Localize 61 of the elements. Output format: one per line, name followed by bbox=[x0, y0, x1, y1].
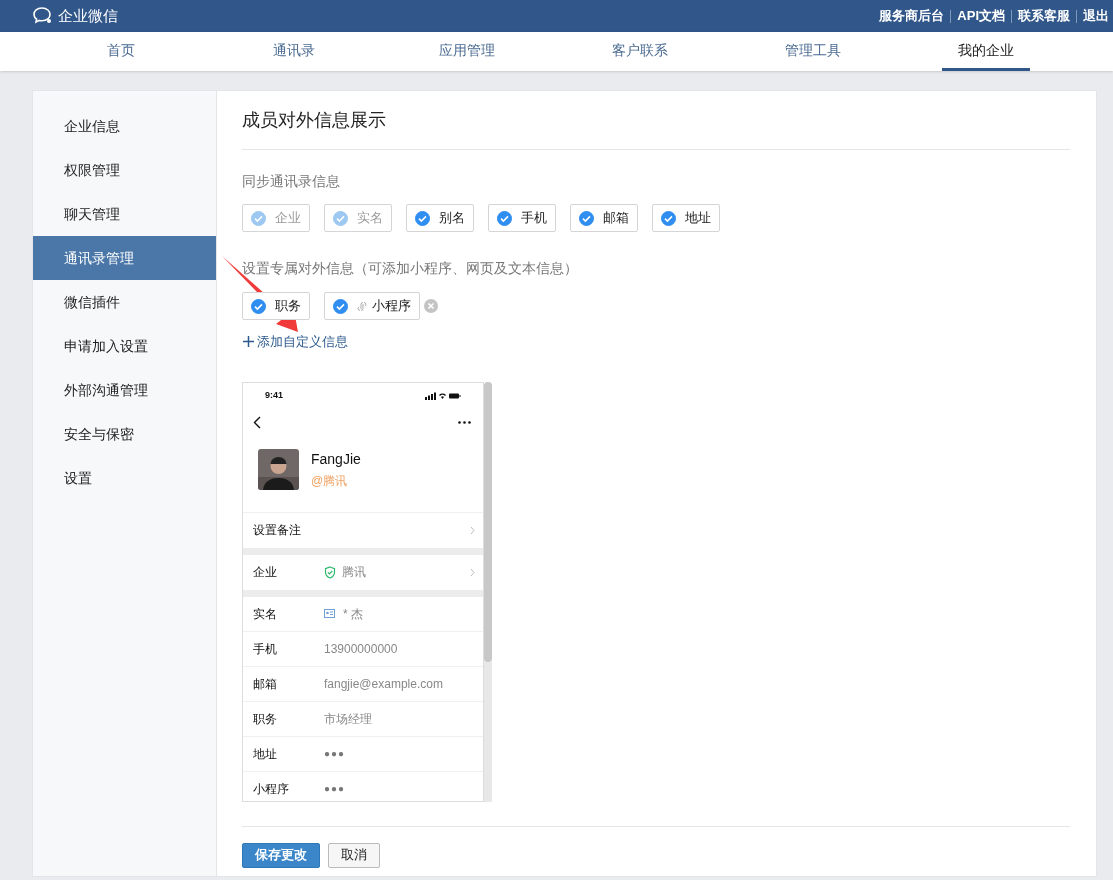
sidebar-item[interactable]: 设置 bbox=[33, 456, 216, 500]
shield-check-icon bbox=[324, 565, 336, 579]
remove-icon[interactable] bbox=[424, 299, 438, 313]
field-label: 邮箱 bbox=[253, 675, 278, 693]
contact-name: FangJie bbox=[311, 449, 361, 469]
section-label: 同步通讯录信息 bbox=[242, 172, 341, 191]
nav-tab[interactable]: 首页 bbox=[90, 32, 151, 71]
sidebar-item[interactable]: 企业信息 bbox=[33, 104, 216, 148]
sidebar-item[interactable]: 安全与保密 bbox=[33, 412, 216, 456]
link-icon bbox=[357, 300, 367, 312]
sidebar-item[interactable]: 微信插件 bbox=[33, 280, 216, 324]
save-button[interactable]: 保存更改 bbox=[242, 842, 320, 868]
sidebar-item[interactable]: 申请加入设置 bbox=[33, 324, 216, 368]
nav-tab[interactable]: 管理工具 bbox=[769, 32, 858, 71]
plus-icon bbox=[242, 335, 255, 349]
field-label: 手机 bbox=[253, 640, 278, 658]
field-value: * 杰 bbox=[343, 605, 363, 623]
field-label: 实名 bbox=[253, 605, 278, 623]
sidebar-item[interactable]: 外部沟通管理 bbox=[33, 368, 216, 412]
field-value: 市场经理 bbox=[324, 710, 372, 728]
checkbox-chip[interactable]: 别名 bbox=[406, 204, 474, 232]
field-label: 设置备注 bbox=[253, 522, 302, 539]
nav-tab[interactable]: 客户联系 bbox=[596, 32, 685, 71]
field-value: 13900000000 bbox=[324, 640, 398, 658]
id-card-icon bbox=[324, 609, 335, 618]
sidebar-item[interactable]: 权限管理 bbox=[33, 148, 216, 192]
field-label: 职务 bbox=[253, 710, 278, 728]
back-icon[interactable] bbox=[253, 416, 261, 429]
field-value: ●●● bbox=[324, 782, 346, 796]
cancel-button[interactable]: 取消 bbox=[328, 842, 380, 868]
sidebar-item[interactable]: 通讯录管理 bbox=[33, 236, 216, 280]
chevron-icon[interactable] bbox=[470, 567, 475, 577]
nav-tab[interactable]: 应用管理 bbox=[422, 32, 511, 71]
checkbox-chip[interactable]: 地址 bbox=[652, 204, 720, 232]
status-icons bbox=[425, 391, 461, 400]
section-label: 设置专属对外信息（可添加小程序、网页及文本信息） bbox=[242, 259, 579, 278]
page-title: 成员对外信息展示 bbox=[242, 91, 1070, 150]
more-icon[interactable] bbox=[458, 421, 471, 424]
chevron-icon[interactable] bbox=[470, 525, 475, 535]
header-link[interactable]: 联系客服 bbox=[1018, 6, 1070, 26]
company-tag: @腾讯 bbox=[311, 471, 361, 490]
field-label: 地址 bbox=[253, 745, 278, 763]
status-time: 9:41 bbox=[265, 388, 283, 402]
checkbox-chip[interactable]: 小程序 bbox=[324, 292, 420, 320]
add-custom-info-link[interactable]: 添加自定义信息 bbox=[242, 332, 348, 352]
nav-tab[interactable]: 我的企业 bbox=[942, 32, 1031, 71]
checkbox-chip[interactable]: 邮箱 bbox=[570, 204, 638, 232]
header-link[interactable]: 退出 bbox=[1083, 6, 1109, 26]
nav-tab[interactable]: 通讯录 bbox=[256, 32, 331, 71]
sidebar-item[interactable]: 聊天管理 bbox=[33, 192, 216, 236]
field-label: 企业 bbox=[253, 564, 278, 581]
checkbox-chip[interactable]: 职务 bbox=[242, 292, 310, 320]
header-link[interactable]: API文档 bbox=[957, 6, 1005, 26]
field-value: ●●● bbox=[324, 747, 346, 761]
checkbox-chip[interactable]: 手机 bbox=[488, 204, 556, 232]
header-link[interactable]: 服务商后台 bbox=[879, 6, 945, 26]
brand-name: 企业微信 bbox=[58, 5, 118, 26]
field-value: 腾讯 bbox=[342, 564, 366, 581]
field-label: 小程序 bbox=[253, 780, 290, 798]
chat-bubble-icon bbox=[32, 6, 54, 26]
field-value: fangjie@example.com bbox=[324, 675, 443, 693]
